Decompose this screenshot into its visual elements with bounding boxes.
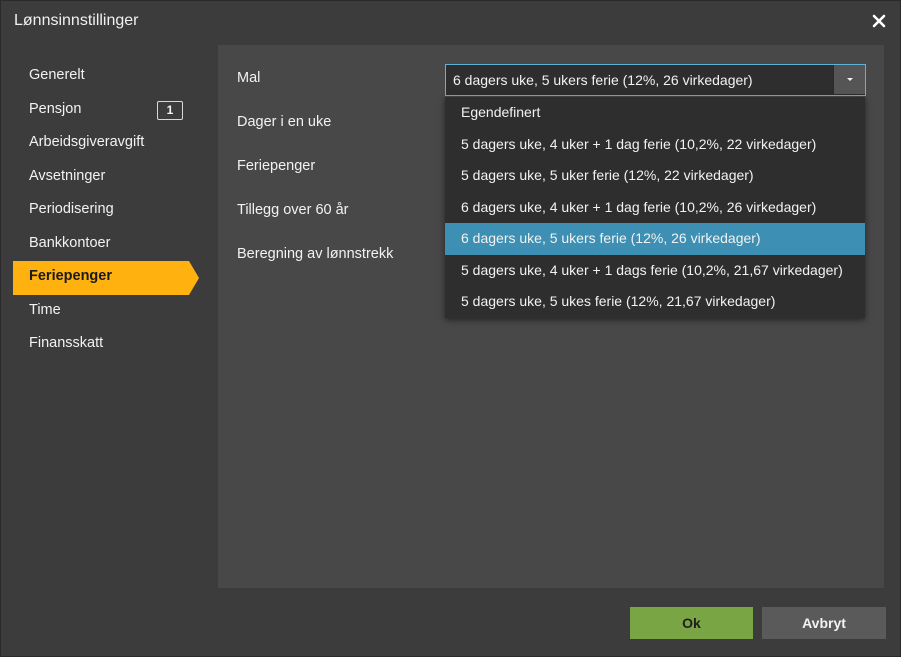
sidebar-item-finansskatt[interactable]: Finansskatt [1,327,206,361]
count-badge: 1 [157,100,183,120]
sidebar-item-bankkontoer[interactable]: Bankkontoer [1,227,206,261]
sidebar-item-label: Time [29,301,61,318]
sidebar-item-avsetninger[interactable]: Avsetninger [1,160,206,194]
close-icon [872,14,886,28]
sidebar-item-label: Finansskatt [29,335,104,351]
sidebar-item-feriepenger[interactable]: Feriepenger [1,260,206,295]
cancel-button[interactable]: Avbryt [762,607,886,639]
sidebar-item-arbeidsgiveravgift[interactable]: Arbeidsgiveravgift [1,126,206,160]
mal-select[interactable]: 6 dagers uke, 5 ukers ferie (12%, 26 vir… [445,64,866,96]
beregning-label: Beregning av lønnstrekk [237,246,394,262]
dialog-title: Lønnsinnstillinger [14,12,139,29]
sidebar-item-label: Generelt [29,67,85,83]
sidebar-item-label: Feriepenger [29,268,112,284]
feriepenger-label: Feriepenger [237,158,316,174]
title-bar: Lønnsinnstillinger [1,1,900,41]
dropdown-option[interactable]: 5 dagers uke, 4 uker + 1 dag ferie (10,2… [445,129,865,161]
mal-label: Mal [237,70,261,86]
sidebar-item-label: Avsetninger [29,167,106,184]
mal-dropdown-list: Egendefinert 5 dagers uke, 4 uker + 1 da… [445,97,865,318]
caret-down-icon [847,78,853,81]
sidebar-item-time[interactable]: Time [1,294,206,328]
dager-label: Dager i en uke [237,114,332,130]
sidebar-item-label: Arbeidsgiveravgift [29,134,145,150]
close-button[interactable] [870,12,888,30]
dropdown-option[interactable]: 5 dagers uke, 4 uker + 1 dags ferie (10,… [445,255,865,287]
dropdown-toggle-button[interactable] [833,65,865,94]
dropdown-option-selected[interactable]: 6 dagers uke, 5 ukers ferie (12%, 26 vir… [445,223,865,255]
sidebar-item-pensjon[interactable]: Pensjon 1 [1,93,206,127]
sidebar-item-generelt[interactable]: Generelt [1,59,206,93]
dropdown-option[interactable]: 5 dagers uke, 5 uker ferie (12%, 22 virk… [445,160,865,192]
dropdown-option[interactable]: 5 dagers uke, 5 ukes ferie (12%, 21,67 v… [445,286,865,318]
sidebar-item-label: Periodisering [29,201,114,217]
dropdown-option[interactable]: Egendefinert [445,97,865,129]
tillegg-label: Tillegg over 60 år [237,202,349,218]
dropdown-option[interactable]: 6 dagers uke, 4 uker + 1 dag ferie (10,2… [445,192,865,224]
settings-sidebar: Generelt Pensjon 1 Arbeidsgiveravgift Av… [1,59,206,361]
ok-button[interactable]: Ok [630,607,753,639]
settings-dialog: Lønnsinnstillinger Generelt Pensjon 1 Ar… [0,0,901,657]
sidebar-item-label: Pensjon [29,100,82,117]
sidebar-item-periodisering[interactable]: Periodisering [1,193,206,227]
sidebar-item-label: Bankkontoer [29,234,111,251]
mal-select-value: 6 dagers uke, 5 ukers ferie (12%, 26 vir… [453,72,753,88]
